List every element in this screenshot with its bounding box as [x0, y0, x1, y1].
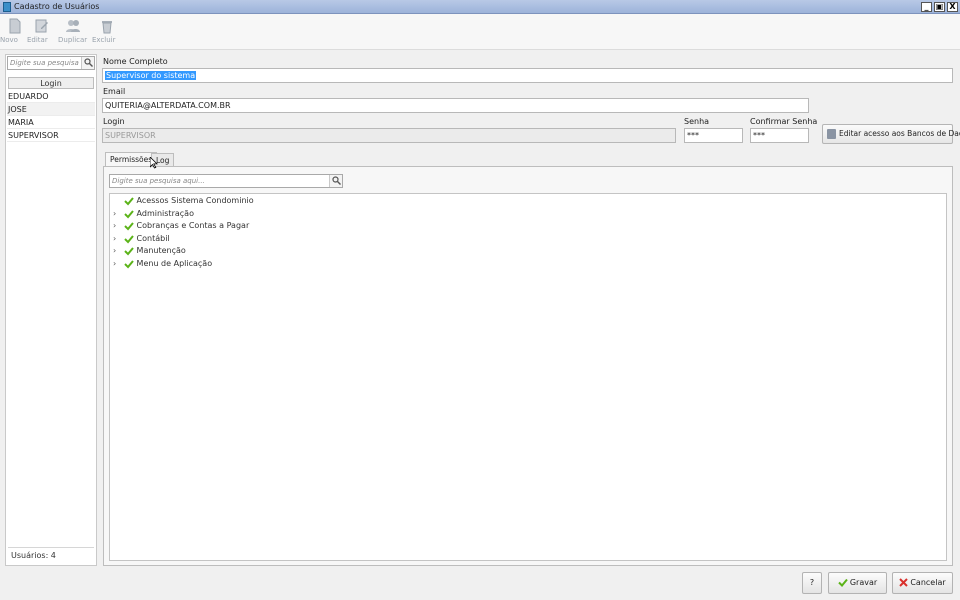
checkmark-icon[interactable]: [123, 221, 134, 231]
checkmark-icon[interactable]: [123, 259, 134, 269]
email-label: Email: [103, 87, 126, 96]
confirm-password-field[interactable]: ***: [750, 128, 809, 143]
users-icon: [66, 20, 80, 32]
permissions-tree[interactable]: Acessos Sistema Condominio › Administraç…: [109, 193, 947, 561]
database-icon: [827, 129, 836, 139]
tree-node-contabil[interactable]: › Contábil: [113, 233, 170, 245]
expand-arrow-icon[interactable]: ›: [113, 245, 121, 257]
checkmark-icon[interactable]: [123, 246, 134, 256]
permission-search-placeholder: Digite sua pesquisa aqui...: [112, 177, 205, 185]
expand-arrow-icon[interactable]: ›: [113, 220, 121, 232]
login-label: Login: [103, 117, 125, 126]
expand-arrow-icon[interactable]: ›: [113, 208, 121, 220]
trash-icon: [102, 21, 112, 34]
app-icon: [3, 2, 11, 12]
duplicate-button-label: Duplicar: [58, 36, 88, 44]
cancel-button-label: Cancelar: [910, 578, 946, 587]
full-name-value: Supervisor do sistema: [105, 71, 197, 80]
tree-node-label: Menu de Aplicação: [136, 259, 213, 268]
full-name-label: Nome Completo: [103, 57, 168, 66]
tree-node-label: Administração: [136, 209, 194, 218]
save-button-label: Gravar: [849, 578, 878, 587]
window-titlebar: Cadastro de Usuários _ ▣ X: [0, 0, 960, 14]
search-icon: [332, 176, 341, 185]
tree-node-menu-aplicacao[interactable]: › Menu de Aplicação: [113, 258, 212, 270]
minimize-button[interactable]: _: [921, 2, 932, 12]
edit-database-access-label: Editar acesso aos Bancos de Dados: [839, 129, 960, 138]
user-count: Usuários: 4: [8, 547, 94, 563]
new-button[interactable]: Novo: [0, 18, 30, 48]
mouse-cursor-icon: [150, 157, 158, 169]
search-icon: [84, 58, 93, 67]
duplicate-button[interactable]: Duplicar: [58, 18, 88, 48]
login-field: SUPERVISOR: [102, 128, 676, 143]
login-column-header[interactable]: Login: [8, 77, 94, 89]
checkmark-icon[interactable]: [123, 234, 134, 244]
user-search-placeholder: Digite sua pesquisa aqui...: [10, 59, 82, 67]
edit-database-access-button[interactable]: Editar acesso aos Bancos de Dados: [822, 124, 960, 144]
tree-node-label: Contábil: [136, 234, 170, 243]
window-title: Cadastro de Usuários: [14, 2, 100, 11]
expand-arrow-icon[interactable]: ›: [113, 233, 121, 245]
tree-node-manutencao[interactable]: › Manutenção: [113, 245, 186, 257]
confirm-password-label: Confirmar Senha: [750, 117, 818, 126]
tree-node-administracao[interactable]: › Administração: [113, 208, 194, 220]
user-list-panel: Digite sua pesquisa aqui... Login EDUARD…: [5, 54, 97, 566]
checkmark-icon: [838, 578, 848, 587]
user-row-supervisor[interactable]: SUPERVISOR: [7, 129, 95, 142]
save-button[interactable]: Gravar: [828, 572, 887, 594]
expand-arrow-icon[interactable]: ›: [113, 258, 121, 270]
user-search-input[interactable]: Digite sua pesquisa aqui...: [7, 56, 95, 70]
permission-search-input[interactable]: Digite sua pesquisa aqui...: [109, 174, 343, 188]
tree-node-cobrancas[interactable]: › Cobranças e Contas a Pagar: [113, 220, 249, 232]
user-row-eduardo[interactable]: EDUARDO: [7, 90, 95, 103]
user-search-button[interactable]: [81, 57, 94, 69]
email-field[interactable]: QUITERIA@ALTERDATA.COM.BR: [102, 98, 809, 113]
full-name-field[interactable]: Supervisor do sistema: [102, 68, 953, 83]
help-button[interactable]: ?: [802, 572, 822, 594]
tree-node-label: Manutenção: [136, 246, 186, 255]
maximize-button[interactable]: ▣: [934, 2, 945, 12]
edit-icon: [35, 19, 48, 33]
edit-button-label: Editar: [27, 36, 48, 44]
edit-button[interactable]: Editar: [27, 18, 57, 48]
delete-button[interactable]: Excluir: [92, 18, 122, 48]
close-icon: [899, 578, 909, 587]
tree-node-acessos[interactable]: Acessos Sistema Condominio: [113, 195, 254, 207]
user-row-maria[interactable]: MARIA: [7, 116, 95, 129]
user-row-jose[interactable]: JOSE: [7, 103, 95, 116]
close-button[interactable]: X: [947, 2, 958, 12]
new-document-icon: [9, 18, 21, 34]
checkmark-icon[interactable]: [123, 196, 134, 206]
password-label: Senha: [684, 117, 710, 126]
new-button-label: Novo: [0, 36, 18, 44]
permissions-tab-panel: Digite sua pesquisa aqui... Acessos Sist…: [103, 166, 953, 566]
delete-button-label: Excluir: [92, 36, 116, 44]
cancel-button[interactable]: Cancelar: [892, 572, 953, 594]
tree-node-label: Cobranças e Contas a Pagar: [136, 221, 250, 230]
toolbar: Novo Editar Duplicar Excluir: [0, 14, 960, 50]
tree-node-label: Acessos Sistema Condominio: [136, 196, 254, 205]
password-field[interactable]: ***: [684, 128, 743, 143]
checkmark-icon[interactable]: [123, 209, 134, 219]
user-form: Nome Completo Supervisor do sistema Emai…: [100, 54, 960, 568]
permission-search-button[interactable]: [329, 175, 342, 187]
